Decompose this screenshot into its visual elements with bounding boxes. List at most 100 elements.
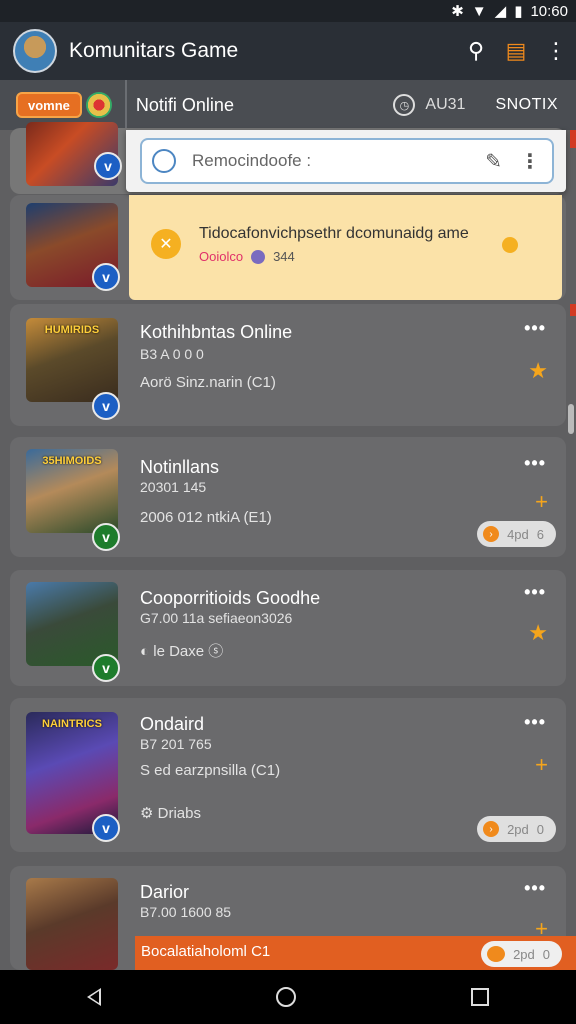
status-badge[interactable]: › 4pd 6 <box>477 521 556 547</box>
verified-icon: v <box>92 263 120 291</box>
list-item[interactable]: 35HIMOIDS v Notinllans 20301 145 2006 01… <box>10 437 566 557</box>
game-thumbnail: 35HIMOIDS <box>26 449 118 533</box>
search-value[interactable]: Remocindoofe : <box>192 151 485 171</box>
game-stats: B3 A 0 0 0 <box>140 346 204 362</box>
badge-count: 6 <box>536 526 544 542</box>
list-item[interactable]: HUMIRIDS v Kothihbntas Online B3 A 0 0 0… <box>10 304 566 426</box>
game-meta: 2006 012 ntkiA (E1) <box>140 509 272 526</box>
verified-icon: v <box>92 814 120 842</box>
star-icon[interactable]: ★ <box>528 358 548 384</box>
scrollbar[interactable] <box>568 404 574 434</box>
add-icon[interactable]: + <box>535 752 548 778</box>
status-time: 10:60 <box>530 2 568 20</box>
sub-title: Notifi Online <box>135 94 234 115</box>
promo-text-suffix: C1 <box>251 943 271 960</box>
game-meta-text: Aorö Sinz.narin <box>140 374 243 391</box>
game-meta-text: le Daxe <box>153 643 205 660</box>
sub-time: AU31 <box>425 96 466 113</box>
more-icon[interactable]: ••• <box>524 712 546 733</box>
search-popup: Remocindoofe : ✎ ⋮ <box>126 130 566 192</box>
promo-text-main: Bocalatiaholoml <box>141 943 247 960</box>
status-badge[interactable]: 2pd 0 <box>481 941 562 967</box>
badge-icon <box>251 249 266 264</box>
back-icon[interactable] <box>87 988 102 1006</box>
verified-icon: v <box>94 152 122 180</box>
game-meta-text: S ed earzpnsilla <box>140 762 247 779</box>
signal-icon: ◢ <box>494 3 507 20</box>
list-item[interactable]: v Cooporritioids Goodhe G7.00 11a sefiae… <box>10 570 566 686</box>
bluetooth-icon: ✱ <box>451 3 464 20</box>
verified-icon: v <box>92 523 120 551</box>
game-meta: S ed earzpnsilla (C1) <box>140 762 280 779</box>
add-icon[interactable]: + <box>535 489 548 515</box>
game-thumbnail <box>26 878 118 970</box>
game-stats: G7.00 11a sefiaeon3026 <box>140 610 293 626</box>
promo-text: Bocalatiaholoml C1 <box>141 943 270 960</box>
game-meta-text: 2006 012 ntkiA <box>140 509 240 526</box>
chat-icon <box>487 946 506 962</box>
list-item[interactable]: NAINTRICS v Ondaird B7 201 765 S ed earz… <box>10 698 566 852</box>
status-bar: ✱ ▼ ◢ ▮ 10:60 <box>0 0 576 22</box>
game-meta: Aorö Sinz.narin (C1) <box>140 374 276 391</box>
status-dot-icon: › <box>483 526 500 542</box>
badge-label: 4pd <box>507 526 529 542</box>
more-icon[interactable]: ••• <box>524 318 546 339</box>
game-stats: 20301 145 <box>140 479 207 495</box>
wifi-icon: ▼ <box>471 2 487 20</box>
badge-count: 0 <box>536 821 544 837</box>
edge-marker <box>570 130 576 148</box>
notification-card[interactable]: ✕ Tidocafonvichpsethr dcomunaidg ame Ooi… <box>129 195 562 300</box>
edit-icon[interactable]: ✎ <box>485 149 502 174</box>
avatar[interactable] <box>13 29 57 73</box>
notification-count: 344 <box>273 249 295 264</box>
close-icon[interactable]: ✕ <box>151 229 181 259</box>
star-icon[interactable]: ★ <box>528 620 548 646</box>
status-dot-icon <box>502 237 518 253</box>
thumbnail-caption: HUMIRIDS <box>44 324 100 336</box>
search-input[interactable]: Remocindoofe : ✎ ⋮ <box>140 138 554 184</box>
game-extra: ⚙ Driabs <box>140 805 201 822</box>
game-meta-suffix: (C1) <box>246 374 276 391</box>
badge-count: 0 <box>542 946 550 962</box>
status-dot-icon: › <box>483 821 500 837</box>
more-icon[interactable]: ••• <box>524 453 546 474</box>
sort-button[interactable]: SNOTIX <box>495 96 558 114</box>
emblem-icon <box>85 92 112 118</box>
battery-icon: ▮ <box>514 3 523 20</box>
game-title: Ondaird <box>140 714 205 734</box>
promo-strip[interactable]: Bocalatiaholoml C1 2pd 0 <box>135 936 576 970</box>
badge-label: 2pd <box>513 946 535 962</box>
status-badge[interactable]: › 2pd 0 <box>477 816 556 842</box>
more-vert-icon[interactable]: ⋮ <box>520 149 540 174</box>
thumbnail-caption: 35HIMOIDS <box>42 455 102 467</box>
thumbnail-caption: NAINTRICS <box>42 718 102 730</box>
edge-marker <box>570 304 576 316</box>
badge-label: 2pd <box>507 821 529 837</box>
notification-meta: Ooiolco 344 <box>199 249 295 264</box>
game-extra-text: Driabs <box>157 805 201 822</box>
clock-icon: ◷ <box>393 94 416 116</box>
recents-icon[interactable] <box>470 988 489 1006</box>
game-stats: B7 201 765 <box>140 736 212 752</box>
divider <box>125 80 127 130</box>
list-view-icon[interactable]: ▤ <box>496 31 536 71</box>
home-icon[interactable] <box>275 987 296 1007</box>
game-badge[interactable]: vomne <box>16 92 82 118</box>
page-title: Komunitars Game <box>69 39 239 62</box>
game-stats: B7.00 1600 85 <box>140 904 232 920</box>
more-icon[interactable]: ••• <box>524 878 546 899</box>
app-bar: Komunitars Game ⚲ ▤ ⋮ <box>0 22 576 80</box>
more-vert-icon[interactable]: ⋮ <box>536 31 576 71</box>
navigation-bar <box>0 970 576 1024</box>
notification-label: Ooiolco <box>199 249 244 264</box>
game-meta: ◐ le Daxe ⓢ <box>140 643 224 660</box>
more-icon[interactable]: ••• <box>524 582 546 603</box>
notification-text: Tidocafonvichpsethr dcomunaidg ame <box>199 225 469 242</box>
game-title: Kothihbntas Online <box>140 322 293 342</box>
game-title: Notinllans <box>140 457 220 477</box>
verified-icon: v <box>92 654 120 682</box>
search-icon[interactable]: ⚲ <box>456 31 496 71</box>
verified-icon: v <box>92 392 120 420</box>
game-meta-suffix: (E1) <box>243 509 272 526</box>
game-meta-suffix: (C1) <box>250 762 281 779</box>
